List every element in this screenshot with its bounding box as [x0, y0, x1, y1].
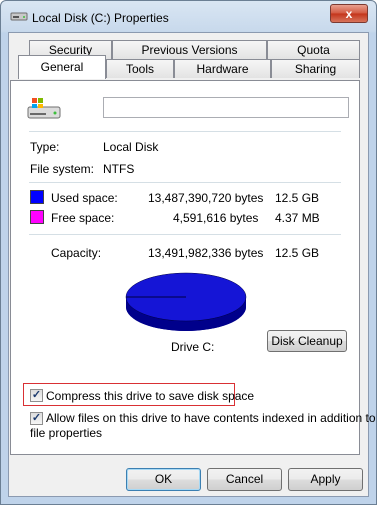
used-space-label: Used space:	[51, 191, 118, 205]
cancel-button[interactable]: Cancel	[207, 468, 282, 491]
ok-button[interactable]: OK	[126, 468, 201, 491]
close-button[interactable]: x	[330, 4, 368, 23]
tab-general[interactable]: General	[18, 55, 106, 79]
index-checkbox[interactable]: ✓	[30, 412, 43, 425]
tab-tools[interactable]: Tools	[106, 59, 174, 78]
tab-hardware[interactable]: Hardware	[174, 59, 271, 78]
title-bar[interactable]: Local Disk (C:) Properties x	[1, 1, 376, 35]
file-system-value: NTFS	[103, 162, 135, 176]
disk-cleanup-button[interactable]: Disk Cleanup	[267, 330, 347, 352]
drive-icon	[10, 12, 28, 21]
window-title: Local Disk (C:) Properties	[32, 11, 169, 25]
drive-name-input[interactable]	[103, 97, 349, 118]
drive-label: Drive C:	[171, 340, 215, 354]
separator	[29, 131, 341, 132]
tab-quota[interactable]: Quota	[267, 40, 360, 59]
separator	[29, 234, 341, 235]
properties-window: Local Disk (C:) Properties x Security Pr…	[0, 0, 377, 505]
disk-usage-pie-chart	[125, 272, 247, 331]
tab-sharing[interactable]: Sharing	[271, 59, 360, 78]
separator	[29, 182, 341, 183]
apply-button[interactable]: Apply	[288, 468, 363, 491]
index-label-line1: Allow files on this drive to have conten…	[46, 411, 376, 425]
type-label: Type:	[30, 140, 60, 154]
free-space-swatch	[30, 210, 44, 224]
free-space-bytes: 4,591,616 bytes	[173, 211, 259, 225]
free-space-label: Free space:	[51, 211, 115, 225]
free-space-size: 4.37 MB	[275, 211, 320, 225]
used-space-bytes: 13,487,390,720 bytes	[148, 191, 264, 205]
windows-drive-icon	[27, 98, 61, 119]
tab-previous-versions[interactable]: Previous Versions	[112, 40, 267, 59]
compress-label: Compress this drive to save disk space	[46, 389, 255, 403]
index-label-line2: file properties	[30, 426, 103, 440]
compress-checkbox[interactable]: ✓	[30, 389, 43, 402]
used-space-size: 12.5 GB	[275, 191, 320, 205]
file-system-label: File system:	[30, 162, 95, 176]
used-space-swatch	[30, 190, 44, 204]
capacity-label: Capacity:	[51, 246, 102, 260]
capacity-size: 12.5 GB	[275, 246, 320, 260]
capacity-bytes: 13,491,982,336 bytes	[148, 246, 264, 260]
close-icon: x	[345, 7, 353, 21]
type-value: Local Disk	[103, 140, 159, 154]
